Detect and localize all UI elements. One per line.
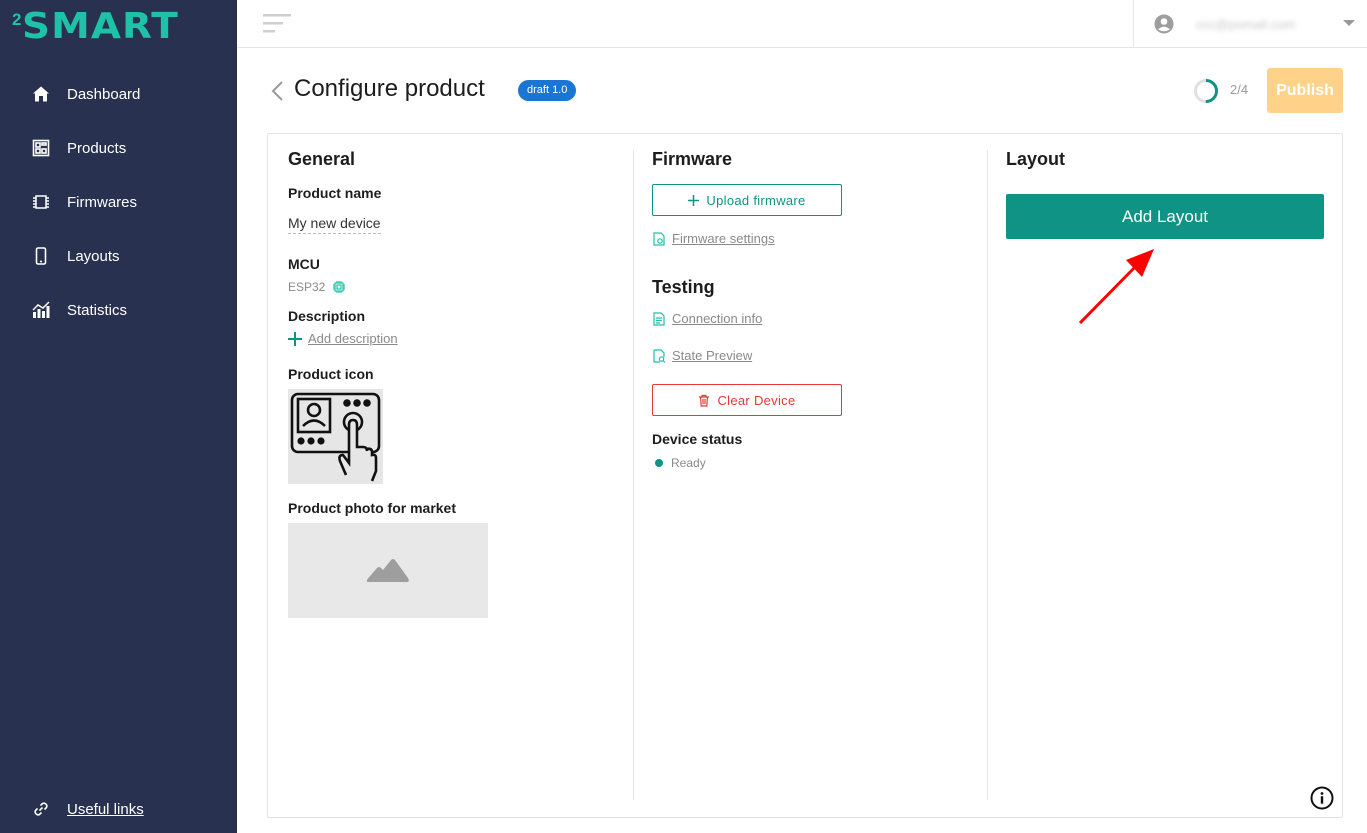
chip-icon[interactable] [332,280,346,294]
logo-superscript: 2 [12,10,22,29]
sidebar-item-label: Firmwares [67,193,137,211]
draft-badge: draft 1.0 [518,80,577,101]
state-preview-link[interactable]: State Preview [652,348,752,363]
user-avatar-icon [1154,14,1174,34]
layout-title: Layout [1006,149,1066,169]
user-menu[interactable]: ccc@pomail.com [1133,0,1367,48]
intercom-icon [290,392,381,482]
products-icon [32,139,50,157]
info-icon[interactable] [1310,786,1334,810]
pointer-arrow-icon [1078,249,1154,325]
status-dot [655,459,663,467]
logo-wordmark: SMART [22,6,180,47]
chevron-down-icon[interactable] [1343,20,1355,26]
sidebar-item-label: Dashboard [67,85,141,103]
page-title: Configure product [294,75,485,102]
device-status-value: Ready [671,456,706,470]
user-email: ccc@pomail.com [1196,16,1296,32]
phone-icon [32,247,50,265]
upload-firmware-label: Upload firmware [706,192,806,208]
trash-icon [699,394,710,407]
sidebar-item-label: Layouts [67,247,120,265]
home-icon [32,85,50,103]
product-name-label: Product name [288,185,382,201]
product-photo-placeholder[interactable] [288,523,488,618]
general-title: General [288,149,356,169]
product-name-input[interactable]: My new device [288,215,381,234]
testing-title: Testing [652,277,715,297]
add-description-link[interactable]: Add description [288,331,398,346]
menu-icon[interactable] [263,14,291,34]
logo[interactable]: 2 SMART [12,9,178,45]
mcu-label: MCU [288,256,320,272]
settings-file-icon [653,231,665,246]
progress-text: 2/4 [1230,82,1249,97]
sidebar-item-products[interactable]: Products [0,121,237,175]
sidebar-item-label: Statistics [67,301,128,319]
add-layout-button[interactable]: Add Layout [1006,194,1324,239]
sidebar-nav: Dashboard Products Firmwares Layouts Sta… [0,67,237,337]
clear-device-button[interactable]: Clear Device [652,384,842,416]
firmware-settings-label: Firmware settings [672,231,775,246]
connection-info-link[interactable]: Connection info [652,311,762,326]
publish-button[interactable]: Publish [1267,68,1343,113]
plus-icon [688,194,700,206]
add-description-label: Add description [308,331,398,346]
mcu-value-row: ESP32 [288,280,346,294]
chip-icon [32,193,50,211]
topbar: ccc@pomail.com [237,0,1367,48]
sidebar-item-layouts[interactable]: Layouts [0,229,237,283]
description-label: Description [288,308,366,324]
device-status-label: Device status [652,431,743,447]
sidebar: 2 SMART Dashboard Products Firmwares Lay… [0,0,237,833]
plus-icon [288,331,302,346]
sidebar-item-label: Products [67,139,127,157]
column-divider [633,150,634,800]
firmware-settings-link[interactable]: Firmware settings [652,231,775,246]
upload-firmware-button[interactable]: Upload firmware [652,184,842,216]
sidebar-item-dashboard[interactable]: Dashboard [0,67,237,121]
product-photo-label: Product photo for market [288,500,457,516]
firmware-title: Firmware [652,149,733,169]
useful-links-label: Useful links [67,800,144,818]
sidebar-item-statistics[interactable]: Statistics [0,283,237,337]
image-placeholder-icon [366,558,409,582]
column-divider [987,150,988,800]
search-document-icon [653,348,666,363]
state-preview-label: State Preview [672,348,753,363]
chart-icon [32,301,50,319]
link-icon [34,802,48,816]
progress-ring [1194,79,1218,103]
connection-info-label: Connection info [672,311,763,326]
product-icon-label: Product icon [288,366,374,382]
document-icon [653,311,665,326]
sidebar-item-firmwares[interactable]: Firmwares [0,175,237,229]
clear-device-label: Clear Device [717,392,796,408]
mcu-value: ESP32 [288,280,326,294]
useful-links[interactable]: Useful links [32,800,144,818]
back-icon[interactable] [270,80,284,102]
product-icon-image[interactable] [288,389,383,484]
